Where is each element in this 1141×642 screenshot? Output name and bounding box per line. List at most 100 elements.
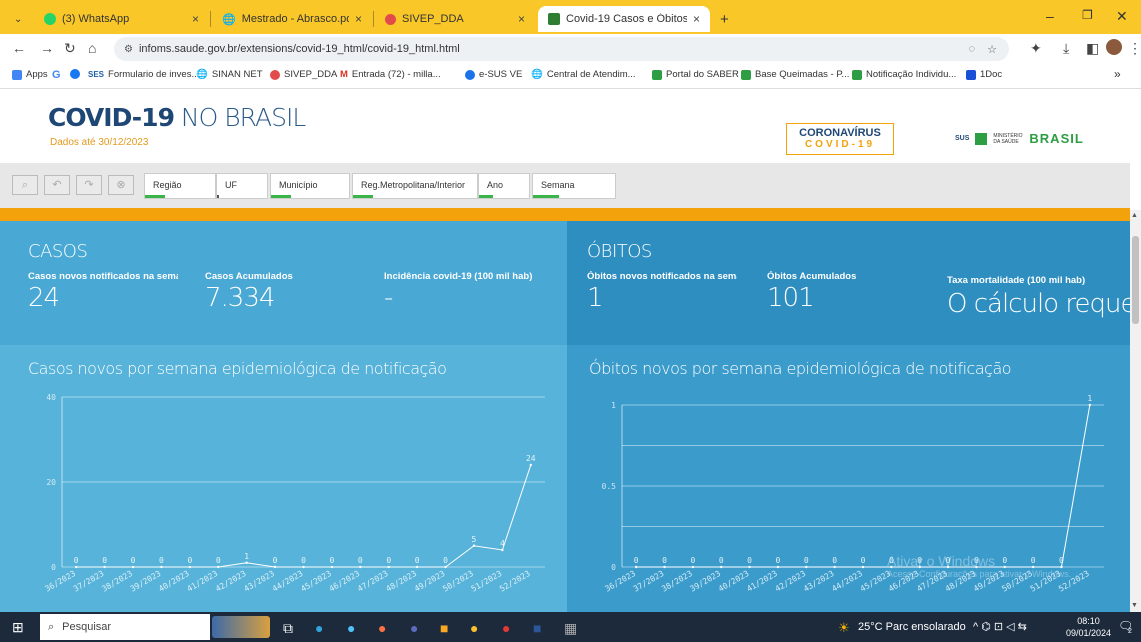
close-icon[interactable]: × (518, 12, 525, 26)
sus-icon (548, 13, 560, 25)
bookmark-formulario[interactable]: SES Formulario de inves... (88, 69, 199, 80)
site-info-icon[interactable]: ⚙ (124, 44, 133, 55)
data-point (833, 565, 836, 569)
chrome-icon[interactable]: ● (502, 620, 510, 636)
data-point (472, 544, 476, 547)
download-icon[interactable]: ⤓ (1063, 40, 1069, 57)
weather-text[interactable]: 25°C Parc ensolarado (858, 621, 966, 633)
x-tick-label: 36/2023 (44, 569, 78, 594)
dashboard-page: COVID-19 NO BRASIL Dados até 30/12/2023 … (0, 89, 1130, 612)
bookmark-esus[interactable]: e-SUS VE (465, 69, 522, 80)
kpi-value: 1 (587, 283, 604, 313)
chart-title: Óbitos novos por semana epidemiológica d… (589, 359, 1012, 378)
avatar[interactable] (1106, 39, 1122, 55)
scrollbar-thumb[interactable] (1132, 236, 1139, 324)
data-point (217, 565, 220, 569)
back-icon[interactable]: ← (12, 40, 26, 56)
tray-icons[interactable]: ^ ⌬ ⊡ ◁ ⇆ (973, 620, 1027, 633)
filter-regiao[interactable]: Região (144, 173, 216, 199)
filter-municipio[interactable]: Município (270, 173, 350, 199)
star-icon[interactable]: ☆ (987, 43, 997, 56)
tab-sivep[interactable]: SIVEP_DDA × (375, 6, 535, 32)
x-tick-label: 41/2023 (186, 569, 220, 594)
tab-pdf[interactable]: 🌐 Mestrado - Abrasco.pdf × (212, 6, 372, 32)
filter-uf[interactable]: UF (216, 173, 268, 199)
bookmark-apps[interactable]: Apps (12, 69, 48, 80)
bookmark-queimadas[interactable]: Base Queimadas - P... (741, 69, 849, 80)
data-point (188, 565, 192, 569)
bookmark-google[interactable]: G (52, 69, 61, 81)
clock[interactable]: 08:10 09/01/2024 (1066, 615, 1111, 639)
data-label: 0 (216, 556, 221, 565)
close-icon[interactable]: × (693, 12, 700, 26)
bookmark-saber[interactable]: Portal do SABER (652, 69, 739, 80)
bookmark-sinan[interactable]: 🌐 SINAN NET (196, 69, 263, 80)
taskbar-banner-icon[interactable] (212, 616, 270, 638)
more-bookmarks-button[interactable]: » (1114, 67, 1121, 81)
x-tick-label: 48/2023 (384, 569, 418, 594)
kpi-label: Óbitos novos notificados na sema... (587, 271, 737, 282)
data-point (748, 565, 751, 569)
close-icon[interactable]: × (192, 12, 199, 26)
y-tick-label: 20 (46, 478, 56, 487)
calculator-icon[interactable]: ▦ (564, 620, 577, 637)
folder-icon[interactable]: ■ (440, 620, 448, 636)
data-point (75, 565, 78, 569)
extensions-icon[interactable]: ✦ (1030, 40, 1042, 57)
series-line (76, 464, 532, 568)
filter-semana[interactable]: Semana (532, 173, 616, 199)
home-icon[interactable]: ⌂ (88, 40, 96, 56)
restore-icon[interactable]: ❐ (1082, 8, 1093, 22)
edge-icon[interactable]: ● (315, 620, 323, 636)
x-tick-label: 47/2023 (356, 569, 390, 594)
windows-start-icon[interactable]: ⊞ (12, 619, 24, 636)
kpi-value: O cálculo reque (947, 289, 1130, 319)
bookmark-sivep[interactable]: SIVEP_DDA (270, 69, 337, 80)
reload-icon[interactable]: ↻ (64, 40, 76, 57)
tab-covid[interactable]: Covid-19 Casos e Óbitos × (538, 6, 710, 32)
bookmark-notificacao[interactable]: Notificação Individu... (852, 69, 956, 80)
obitos-title: ÓBITOS (587, 241, 652, 262)
bookmark-1doc[interactable]: 1Doc (966, 69, 1002, 80)
y-tick-label: 40 (46, 393, 56, 402)
y-tick-label: 0 (611, 563, 616, 572)
apps-icon (12, 69, 22, 80)
eye-off-icon[interactable]: ◌ (968, 43, 975, 55)
filter-reg-metropolitana[interactable]: Reg.Metropolitana/Interior (352, 173, 478, 199)
data-label: 0 (329, 556, 334, 565)
close-window-icon[interactable]: ✕ (1116, 8, 1128, 25)
scroll-up-icon[interactable]: ▲ (1131, 212, 1138, 219)
filter-ano[interactable]: Ano (478, 173, 530, 199)
taskbar-search[interactable]: ⌕ Pesquisar (40, 614, 210, 640)
address-bar[interactable]: ⚙ infoms.saude.gov.br/extensions/covid-1… (114, 37, 1009, 61)
minimize-icon[interactable]: – (1046, 8, 1054, 24)
firefox-icon[interactable]: ● (378, 620, 386, 636)
new-tab-button[interactable]: + (710, 6, 734, 32)
forward-icon[interactable]: → (40, 40, 54, 56)
word-icon[interactable]: ■ (533, 620, 541, 636)
bookmark-gmail[interactable]: M Entrada (72) - milla... (340, 69, 441, 80)
menu-icon[interactable]: ⋮ (1128, 40, 1141, 57)
tab-search-button[interactable]: ⌄ (4, 6, 34, 32)
step-back-icon[interactable]: ↶ (44, 175, 70, 195)
x-tick-label: 40/2023 (157, 569, 191, 594)
close-icon[interactable]: × (355, 12, 362, 26)
kpi-value: 101 (767, 283, 815, 313)
gmail-icon: M (340, 69, 348, 80)
chart-title: Casos novos por semana epidemiológica de… (28, 359, 447, 378)
app-icon[interactable]: ● (347, 620, 355, 636)
chrome-icon[interactable]: ● (470, 620, 478, 636)
x-tick-label: 40/2023 (717, 569, 751, 594)
step-forward-icon[interactable]: ↷ (76, 175, 102, 195)
sidepanel-icon[interactable]: ◧ (1086, 40, 1099, 57)
bookmark-central[interactable]: 🌐 Central de Atendim... (531, 69, 636, 80)
clear-selections-icon[interactable]: ⊗ (108, 175, 134, 195)
zoom-select-icon[interactable]: ⌕ (12, 175, 38, 195)
kpi-label: Taxa mortalidade (100 mil hab) (947, 275, 1086, 286)
task-view-icon[interactable]: ⧉ (283, 620, 293, 637)
scroll-down-icon[interactable]: ▼ (1131, 602, 1138, 609)
bookmark-facebook[interactable] (70, 69, 80, 79)
data-point (387, 565, 390, 569)
app-icon[interactable]: ● (410, 620, 418, 636)
tab-whatsapp[interactable]: (3) WhatsApp × (34, 6, 209, 32)
